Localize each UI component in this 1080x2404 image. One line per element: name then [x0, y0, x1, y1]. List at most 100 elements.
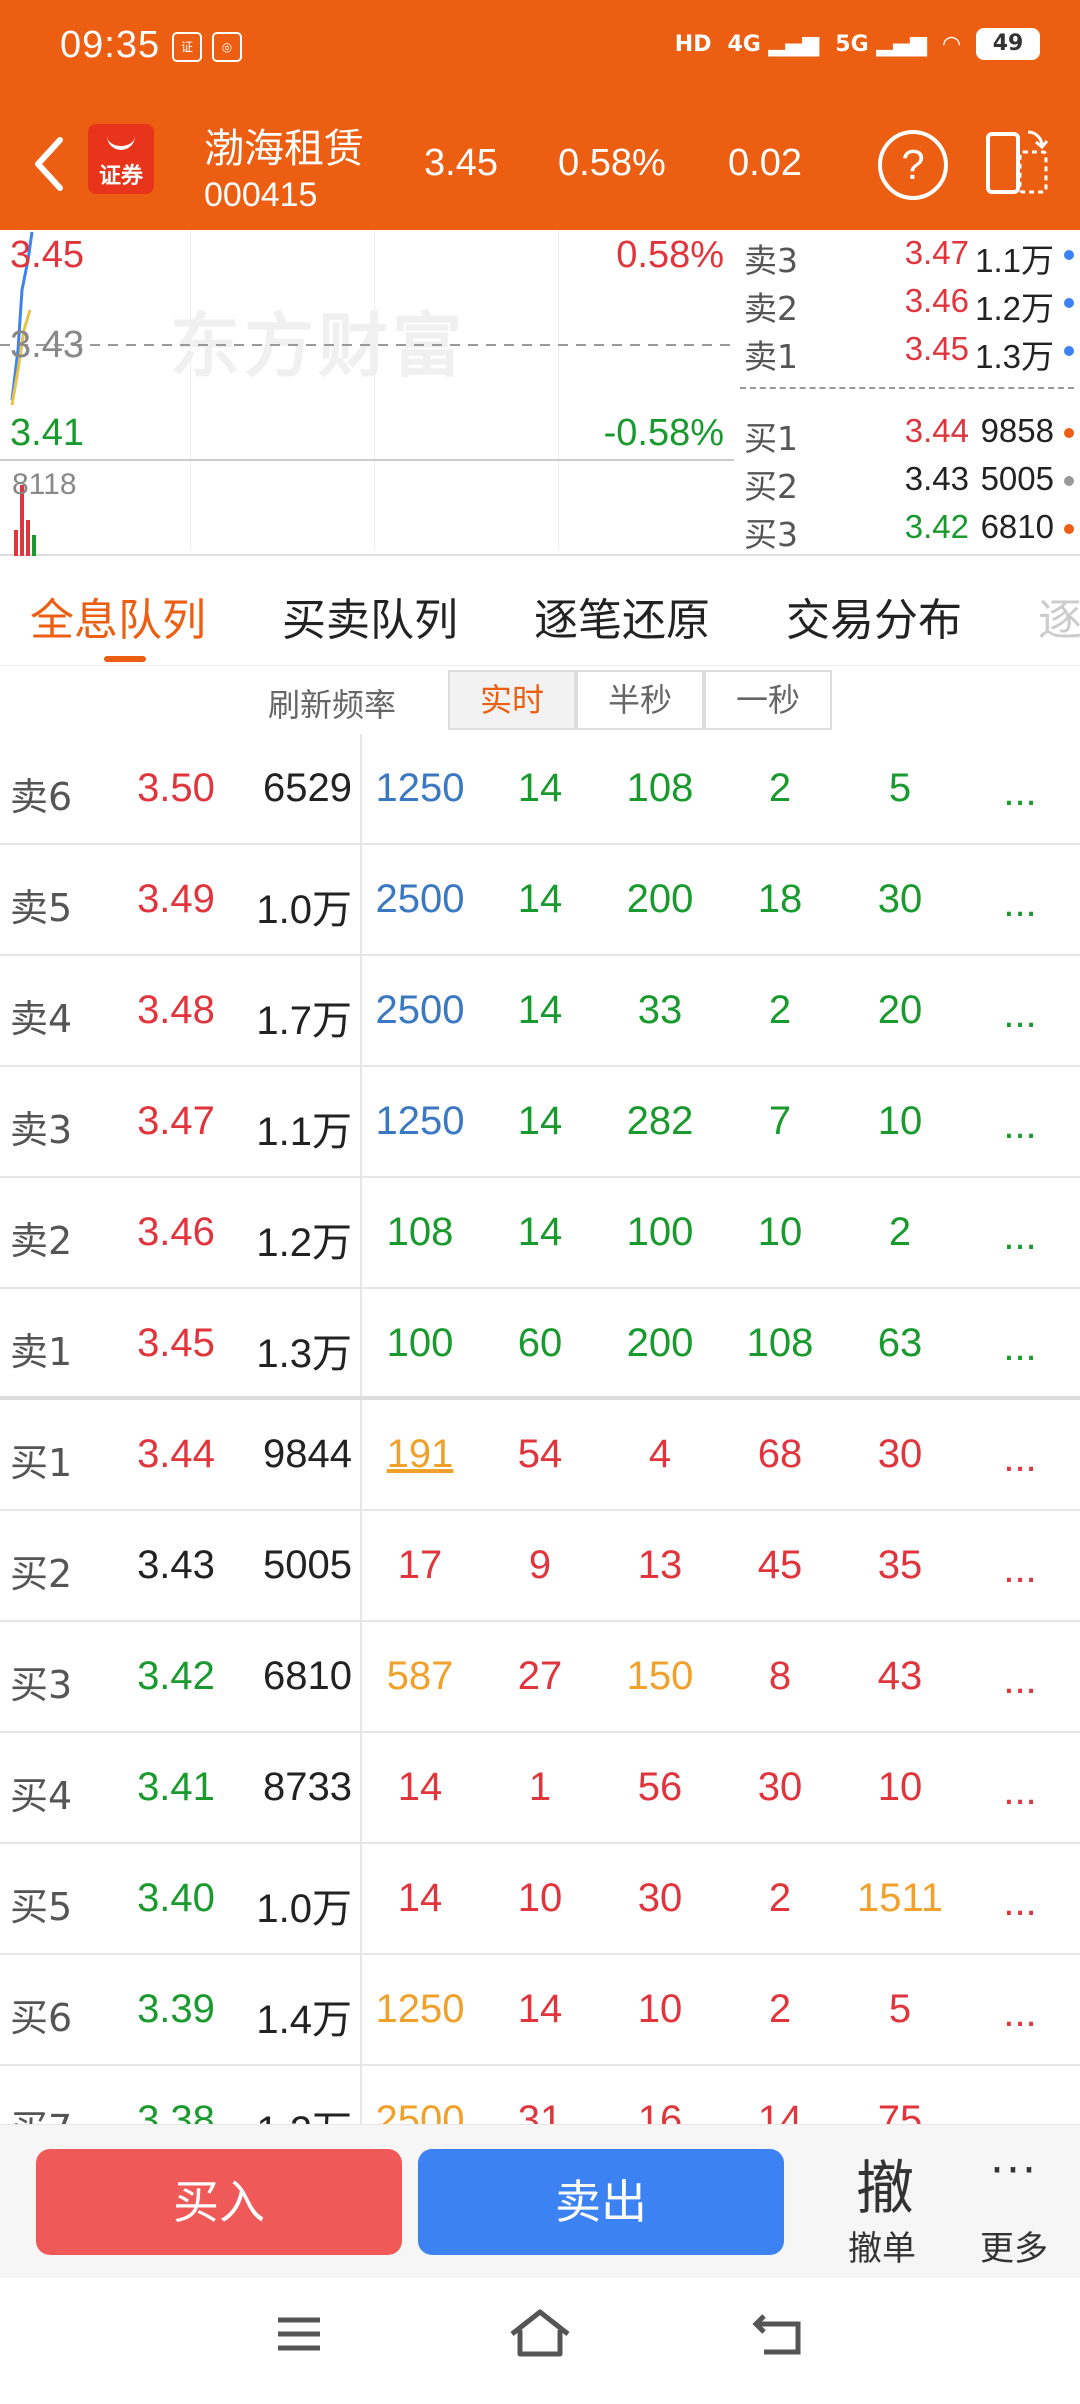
- help-icon[interactable]: ?: [878, 130, 948, 200]
- level-price: 3.38: [137, 2098, 215, 2124]
- menu-icon[interactable]: [274, 2312, 324, 2356]
- more-button[interactable]: 更多: [980, 2221, 1048, 2270]
- order-size: 14: [757, 2098, 803, 2124]
- order-size: 2: [768, 1987, 792, 2031]
- level-volume: 8733: [263, 1765, 352, 1809]
- level-label: 买3: [10, 1663, 73, 1707]
- status-bar: 09:35 证 ◎ HD 4G ▂▄▆ 5G ▂▄▆ ◠ 49: [0, 0, 1080, 96]
- more-orders-link[interactable]: ...: [960, 1436, 1080, 1481]
- order-size: 13: [637, 1543, 683, 1587]
- wifi-icon: ◠: [943, 31, 960, 57]
- order-size: 10: [877, 1765, 923, 1809]
- price-line: [0, 231, 734, 556]
- more-orders-link[interactable]: ...: [960, 1880, 1080, 1925]
- more-orders-link[interactable]: ...: [960, 1547, 1080, 1592]
- order-size: 2: [888, 1210, 912, 1254]
- order-size: 30: [877, 877, 923, 921]
- order-size: 191: [386, 1432, 454, 1476]
- table-row[interactable]: 卖2 3.46 1.2万 108 14 100 10 2...: [0, 1178, 1080, 1289]
- intraday-chart[interactable]: 东方财富 3.45 0.58% 3.43 3.41 -0.58% 8118: [0, 230, 734, 556]
- table-row[interactable]: 买7 3.38 1.2万 2500 31 16 14 75...: [0, 2066, 1080, 2124]
- more-orders-link[interactable]: ...: [960, 1103, 1080, 1148]
- level-label: 卖3: [10, 1108, 73, 1152]
- level-volume: 9844: [263, 1432, 352, 1476]
- tab-bar: 全息队列 买卖队列 逐笔还原 交易分布 逐: [0, 556, 1080, 666]
- table-row[interactable]: 卖6 3.50 6529 1250 14 108 2 5...: [0, 734, 1080, 845]
- stock-name[interactable]: 渤海租赁: [204, 116, 364, 174]
- home-icon[interactable]: [508, 2306, 572, 2360]
- refresh-realtime-button[interactable]: 实时: [448, 670, 576, 730]
- order-size: 150: [626, 1654, 694, 1698]
- level-label: 卖6: [10, 775, 73, 819]
- sell-button[interactable]: 卖出: [418, 2149, 784, 2255]
- level-label: 买7: [10, 2098, 90, 2124]
- more-icon[interactable]: ···: [990, 2145, 1038, 2196]
- table-row[interactable]: 买3 3.42 6810 587 27 150 8 43...: [0, 1622, 1080, 1733]
- chart-low-pct: -0.58%: [603, 412, 724, 454]
- chart-mid-price: 3.43: [10, 324, 84, 366]
- more-orders-link[interactable]: ...: [960, 770, 1080, 815]
- back-arrow-icon[interactable]: [30, 134, 70, 194]
- broker-logo: 证券: [88, 124, 154, 194]
- cancel-order-button[interactable]: 撤单: [848, 2221, 916, 2270]
- order-size: 1: [528, 1765, 552, 1809]
- level-price: 3.44: [137, 1432, 215, 1476]
- order-size: 54: [517, 1432, 563, 1476]
- refresh-rate-bar: 刷新频率 实时 半秒 一秒: [0, 666, 1080, 734]
- level2-quote-box[interactable]: 卖3 3.47 1.1万 卖2 3.46 1.2万 卖1 3.45 1.3万 买…: [734, 230, 1080, 556]
- order-size: 10: [877, 1099, 923, 1143]
- refresh-one-second-button[interactable]: 一秒: [704, 670, 832, 730]
- table-row[interactable]: 卖1 3.45 1.3万 100 60 200 108 63...: [0, 1289, 1080, 1400]
- order-size: 31: [517, 2098, 563, 2124]
- battery-icon: 49: [976, 28, 1040, 60]
- order-size: 108: [386, 1210, 454, 1254]
- more-orders-link[interactable]: ...: [960, 881, 1080, 926]
- table-row[interactable]: 买6 3.39 1.4万 1250 14 10 2 5...: [0, 1955, 1080, 2066]
- table-row[interactable]: 买1 3.44 9844 191 54 4 68 30...: [0, 1400, 1080, 1511]
- tab-order-queue[interactable]: 买卖队列: [282, 584, 458, 648]
- table-row[interactable]: 卖3 3.47 1.1万 1250 14 282 7 10...: [0, 1067, 1080, 1178]
- tab-full-queue[interactable]: 全息队列: [30, 584, 206, 648]
- order-size: 200: [626, 1321, 694, 1365]
- order-size: 30: [877, 1432, 923, 1476]
- more-orders-link[interactable]: ...: [960, 1769, 1080, 1814]
- order-size: 1250: [375, 1099, 465, 1143]
- back-nav-icon[interactable]: [752, 2308, 808, 2358]
- tab-trade-distribution[interactable]: 交易分布: [786, 584, 962, 648]
- tab-tick-restore[interactable]: 逐笔还原: [534, 584, 710, 648]
- order-size: 16: [637, 2098, 683, 2124]
- table-row[interactable]: 买5 3.40 1.0万 14 10 30 2 1511...: [0, 1844, 1080, 1955]
- order-size: 45: [757, 1543, 803, 1587]
- action-bar: 买入 卖出 撤 撤单 ··· 更多: [0, 2124, 1080, 2278]
- order-size: 1250: [375, 766, 465, 810]
- order-size: 2500: [375, 2098, 465, 2124]
- dot-icon: [1064, 524, 1074, 534]
- rotate-screen-icon[interactable]: [984, 128, 1050, 198]
- cancel-order-icon[interactable]: 撤: [856, 2141, 914, 2225]
- table-row[interactable]: 卖5 3.49 1.0万 2500 14 200 18 30...: [0, 845, 1080, 956]
- table-row[interactable]: 卖4 3.48 1.7万 2500 14 33 2 20...: [0, 956, 1080, 1067]
- order-size: 14: [517, 1987, 563, 2031]
- more-orders-link[interactable]: ...: [960, 1991, 1080, 2036]
- dot-icon: [1064, 476, 1074, 486]
- buy-button[interactable]: 买入: [36, 2149, 402, 2255]
- order-queue-table[interactable]: 卖6 3.50 6529 1250 14 108 2 5... 卖5 3.49 1.0万 2500 14…: [0, 734, 1080, 2124]
- more-orders-link[interactable]: ...: [960, 1325, 1080, 1370]
- tab-more[interactable]: 逐: [1038, 584, 1080, 648]
- level-volume: 1.7万: [256, 999, 352, 1043]
- dot-icon: [1064, 346, 1074, 356]
- more-orders-link[interactable]: ...: [960, 1214, 1080, 1259]
- order-size: 14: [397, 1876, 443, 1920]
- order-size: 10: [757, 1210, 803, 1254]
- signal-4g-icon: 4G ▂▄▆: [727, 31, 820, 57]
- more-orders-link[interactable]: ...: [960, 992, 1080, 1037]
- chart-low-price: 3.41: [10, 412, 84, 454]
- more-orders-link[interactable]: ...: [960, 2102, 1080, 2124]
- level-label: 买5: [10, 1885, 73, 1929]
- order-size: 282: [626, 1099, 694, 1143]
- table-row[interactable]: 买4 3.41 8733 14 1 56 30 10...: [0, 1733, 1080, 1844]
- more-orders-link[interactable]: ...: [960, 1658, 1080, 1703]
- order-size: 10: [517, 1876, 563, 1920]
- table-row[interactable]: 买2 3.43 5005 17 9 13 45 35...: [0, 1511, 1080, 1622]
- refresh-half-second-button[interactable]: 半秒: [576, 670, 704, 730]
